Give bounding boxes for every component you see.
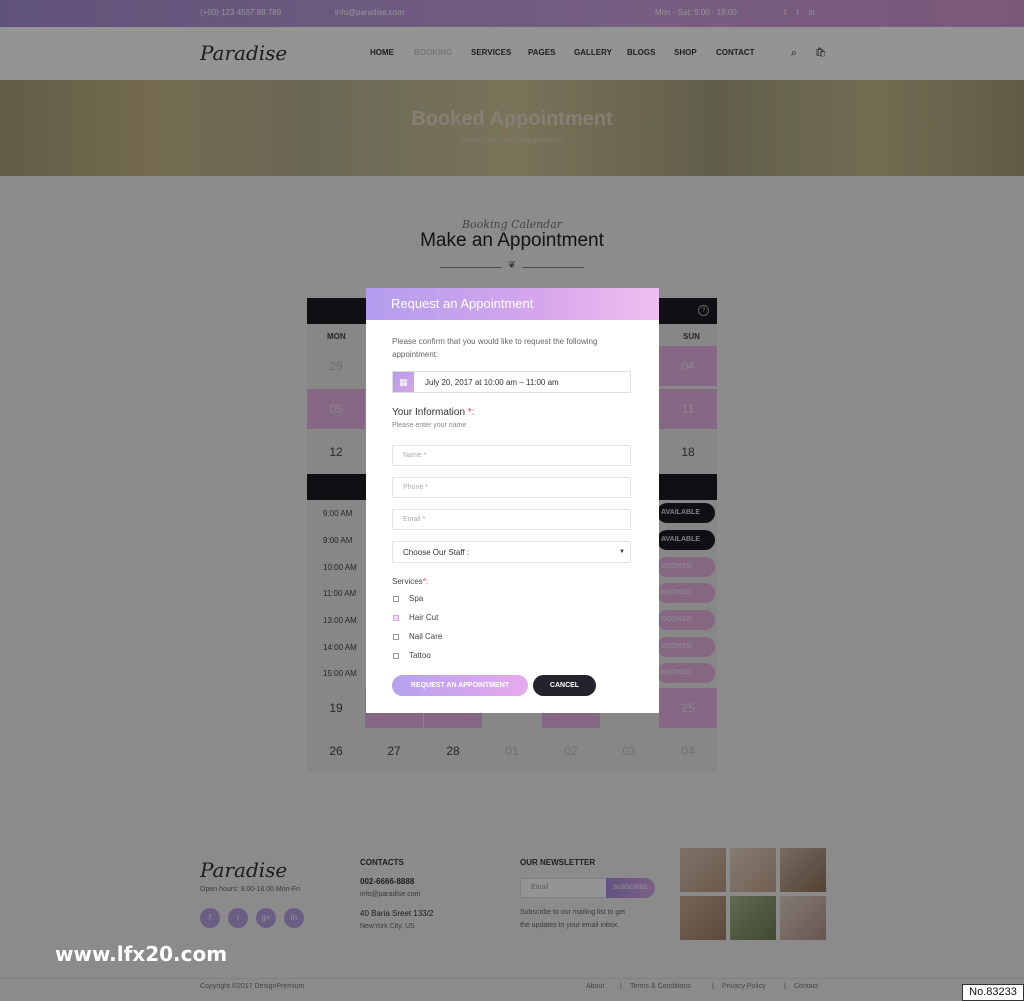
your-information-label: Your Information *:	[392, 407, 475, 418]
watermark: www.lfx20.com	[55, 942, 228, 966]
appointment-date-text: July 20, 2017 at 10:00 am – 11:00 am	[425, 378, 559, 387]
service-label-spa: Spa	[409, 594, 424, 603]
image-number-badge: No.83233	[962, 984, 1024, 1001]
services-label: Services*:	[392, 577, 429, 586]
service-checkbox-spa[interactable]	[393, 596, 399, 602]
phone-field[interactable]: Phone *	[392, 477, 631, 498]
calendar-icon: ▦	[393, 372, 414, 392]
service-label-nail-care: Nail Care	[409, 632, 443, 641]
cancel-button[interactable]: CANCEL	[533, 675, 596, 696]
service-label-tattoo: Tattoo	[409, 651, 431, 660]
service-checkbox-hair-cut[interactable]	[393, 615, 399, 621]
service-label-hair-cut: Hair Cut	[409, 613, 439, 622]
modal-title: Request an Appointment	[366, 288, 659, 320]
enter-name-hint: Please enter your name	[392, 422, 467, 429]
email-field[interactable]: Email *	[392, 509, 631, 530]
appointment-date: ▦ July 20, 2017 at 10:00 am – 11:00 am	[392, 371, 631, 393]
service-checkbox-tattoo[interactable]	[393, 653, 399, 659]
appointment-modal: Request an Appointment Please confirm th…	[366, 288, 659, 713]
chevron-down-icon: ▼	[619, 549, 625, 555]
staff-select[interactable]: Choose Our Staff : ▼	[392, 541, 631, 563]
name-field[interactable]: Name *	[392, 445, 631, 466]
request-appointment-button[interactable]: REQUEST AN APPOINTMENT	[392, 675, 528, 696]
service-checkbox-nail-care[interactable]	[393, 634, 399, 640]
modal-confirm-text: Please confirm that you would like to re…	[392, 337, 598, 359]
